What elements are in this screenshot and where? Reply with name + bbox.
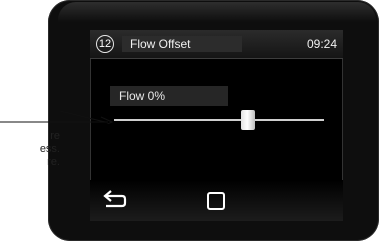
title-bar: 12 Flow Offset 09:24 <box>90 30 343 59</box>
home-button[interactable] <box>207 192 225 210</box>
callout-note: re ess. re. <box>0 130 60 169</box>
flow-offset-slider[interactable] <box>114 110 324 130</box>
bezel-highlight <box>58 2 376 22</box>
clock-time: 09:24 <box>306 37 337 51</box>
slider-thumb[interactable] <box>241 110 256 130</box>
callout-note-line: re. <box>47 156 60 168</box>
back-arrow-icon <box>103 190 127 208</box>
flow-value-label: Flow 0% <box>119 89 166 103</box>
callout-note-line: ess. <box>39 143 60 155</box>
back-button[interactable] <box>102 190 128 212</box>
page-title: Flow Offset <box>130 37 191 51</box>
step-number-badge: 12 <box>96 35 114 53</box>
callout-note-line: re <box>50 130 60 142</box>
slider-track[interactable] <box>114 119 324 121</box>
touch-screen: 12 Flow Offset 09:24 Flow 0% <box>90 30 343 221</box>
callout-arrow-upper <box>60 110 106 123</box>
